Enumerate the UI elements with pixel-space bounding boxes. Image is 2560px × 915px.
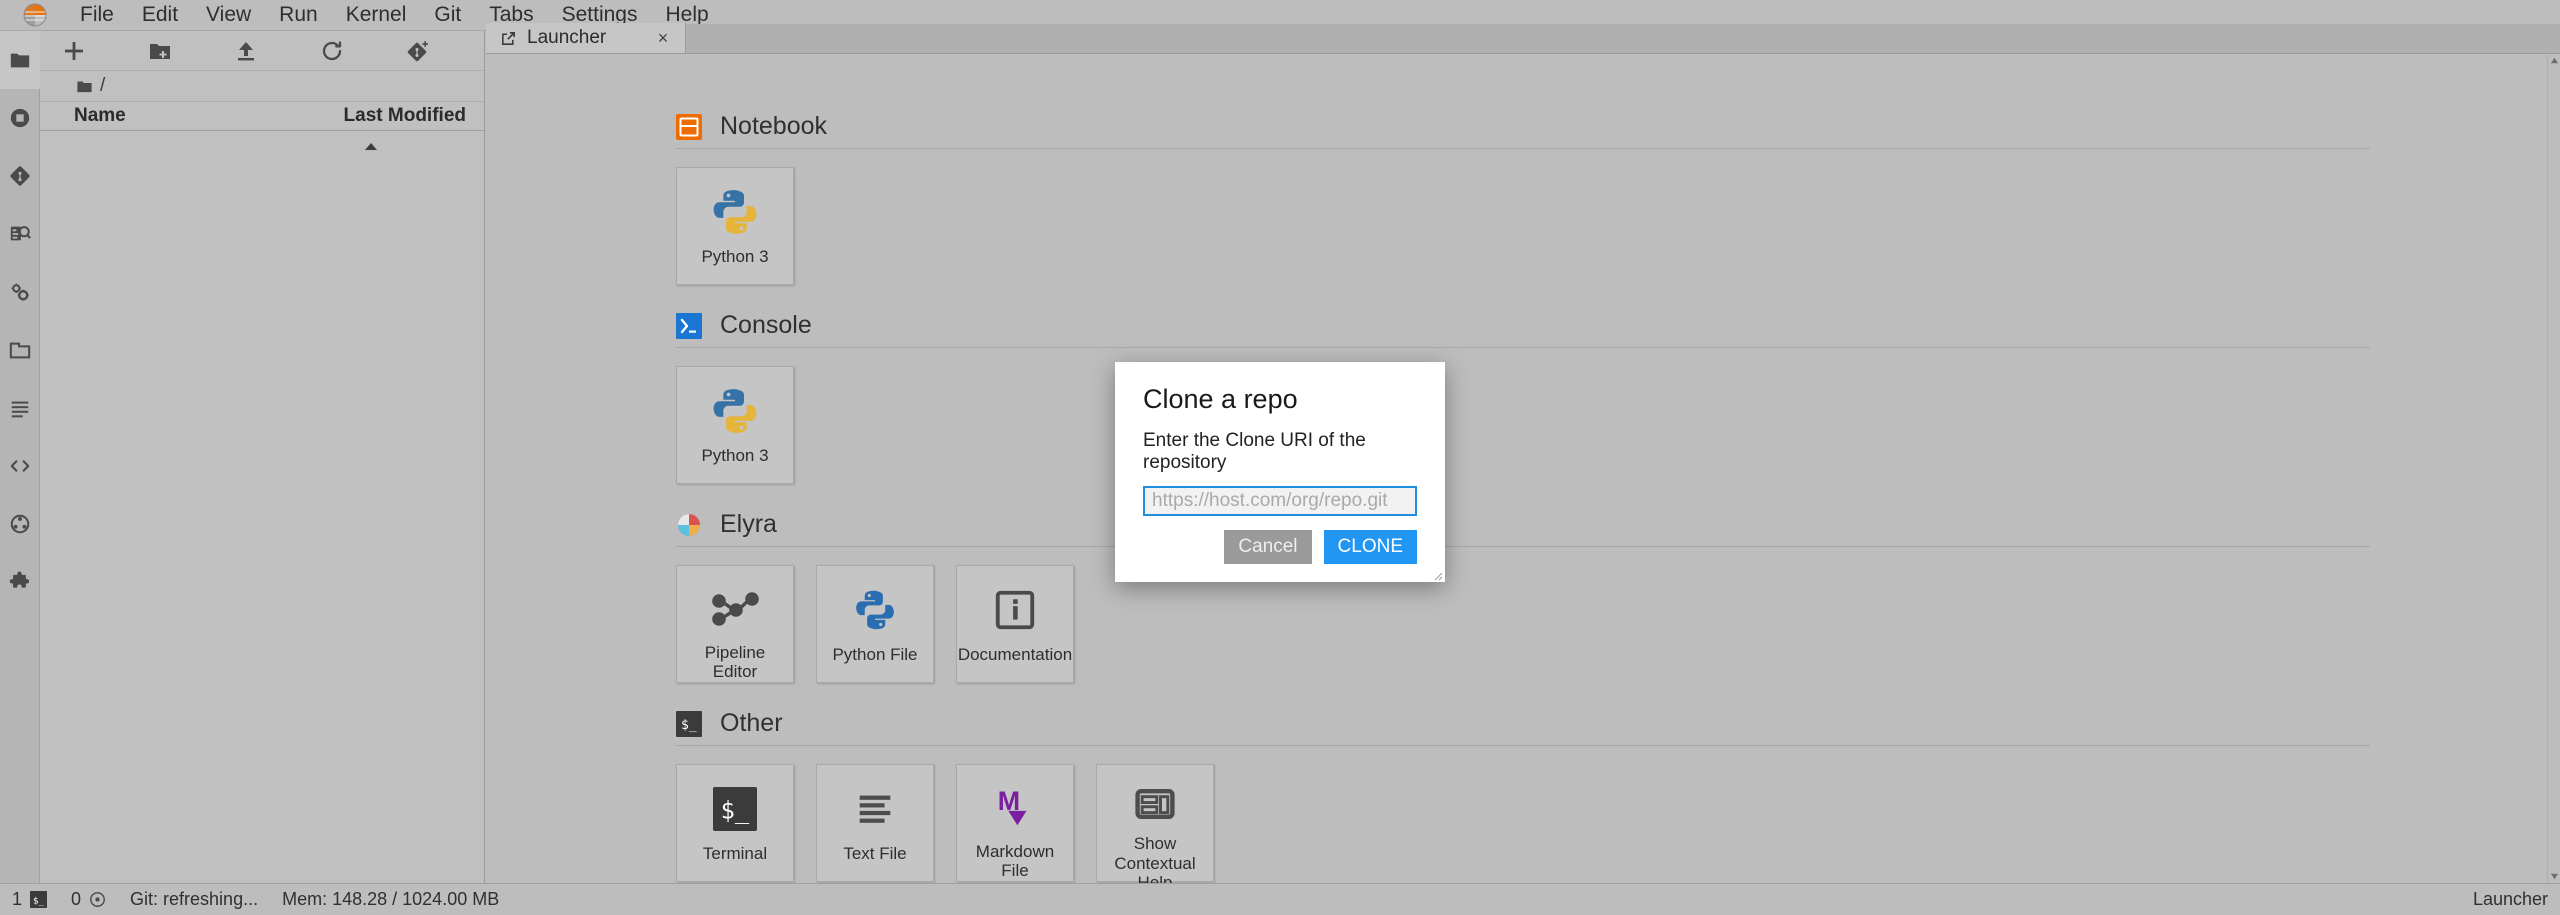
clone-button[interactable]: CLONE bbox=[1323, 530, 1417, 564]
resize-handle-icon[interactable] bbox=[1431, 568, 1443, 581]
clone-repo-dialog: Clone a repo Enter the Clone URI of the … bbox=[1115, 362, 1445, 582]
modal-overlay: Clone a repo Enter the Clone URI of the … bbox=[0, 0, 2560, 915]
clone-uri-input[interactable] bbox=[1143, 486, 1417, 516]
dialog-body-label: Enter the Clone URI of the repository bbox=[1143, 430, 1366, 473]
dialog-title: Clone a repo bbox=[1143, 384, 1298, 414]
cancel-button[interactable]: Cancel bbox=[1224, 530, 1312, 564]
dialog-footer: Cancel CLONE bbox=[1143, 530, 1417, 564]
